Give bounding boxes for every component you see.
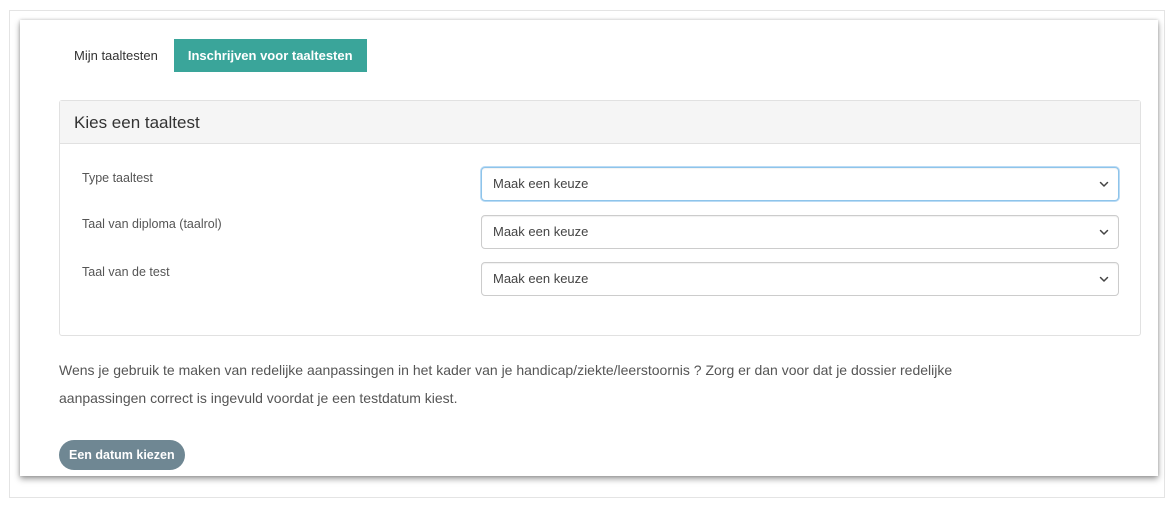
main-card: Mijn taaltesten Inschrijven voor taaltes… (20, 20, 1158, 476)
taal-van-diploma-label: Taal van diploma (taalrol) (82, 217, 222, 231)
taal-van-de-test-select[interactable]: Maak een keuze (481, 262, 1119, 296)
form-row-taal-van-diploma: Taal van diploma (taalrol) Maak een keuz… (60, 215, 1140, 249)
taal-van-de-test-value: Maak een keuze (493, 271, 589, 286)
tab-bar: Mijn taaltesten Inschrijven voor taaltes… (60, 39, 367, 72)
form-row-type-taaltest: Type taaltest Maak een keuze (60, 167, 1140, 201)
accommodation-notice: Wens je gebruik te maken van redelijke a… (59, 356, 1139, 412)
type-taaltest-label: Type taaltest (82, 171, 153, 185)
notice-line-1: Wens je gebruik te maken van redelijke a… (59, 362, 953, 378)
panel-title: Kies een taaltest (60, 101, 1140, 144)
chevron-down-icon (1099, 229, 1109, 235)
chevron-down-icon (1099, 276, 1109, 282)
taal-van-diploma-value: Maak een keuze (493, 224, 589, 239)
chevron-down-icon (1099, 181, 1109, 187)
form-row-taal-van-de-test: Taal van de test Maak een keuze (60, 262, 1140, 296)
type-taaltest-select[interactable]: Maak een keuze (481, 167, 1119, 201)
taal-van-diploma-select[interactable]: Maak een keuze (481, 215, 1119, 249)
choose-date-button[interactable]: Een datum kiezen (59, 440, 185, 470)
type-taaltest-value: Maak een keuze (493, 176, 589, 191)
notice-line-2: aanpassingen correct is ingevuld voordat… (59, 390, 458, 406)
tab-inschrijven-voor-taaltesten[interactable]: Inschrijven voor taaltesten (173, 39, 367, 72)
choose-test-panel: Kies een taaltest Type taaltest Maak een… (59, 100, 1141, 336)
taal-van-de-test-label: Taal van de test (82, 265, 170, 279)
tab-mijn-taaltesten[interactable]: Mijn taaltesten (60, 39, 172, 72)
